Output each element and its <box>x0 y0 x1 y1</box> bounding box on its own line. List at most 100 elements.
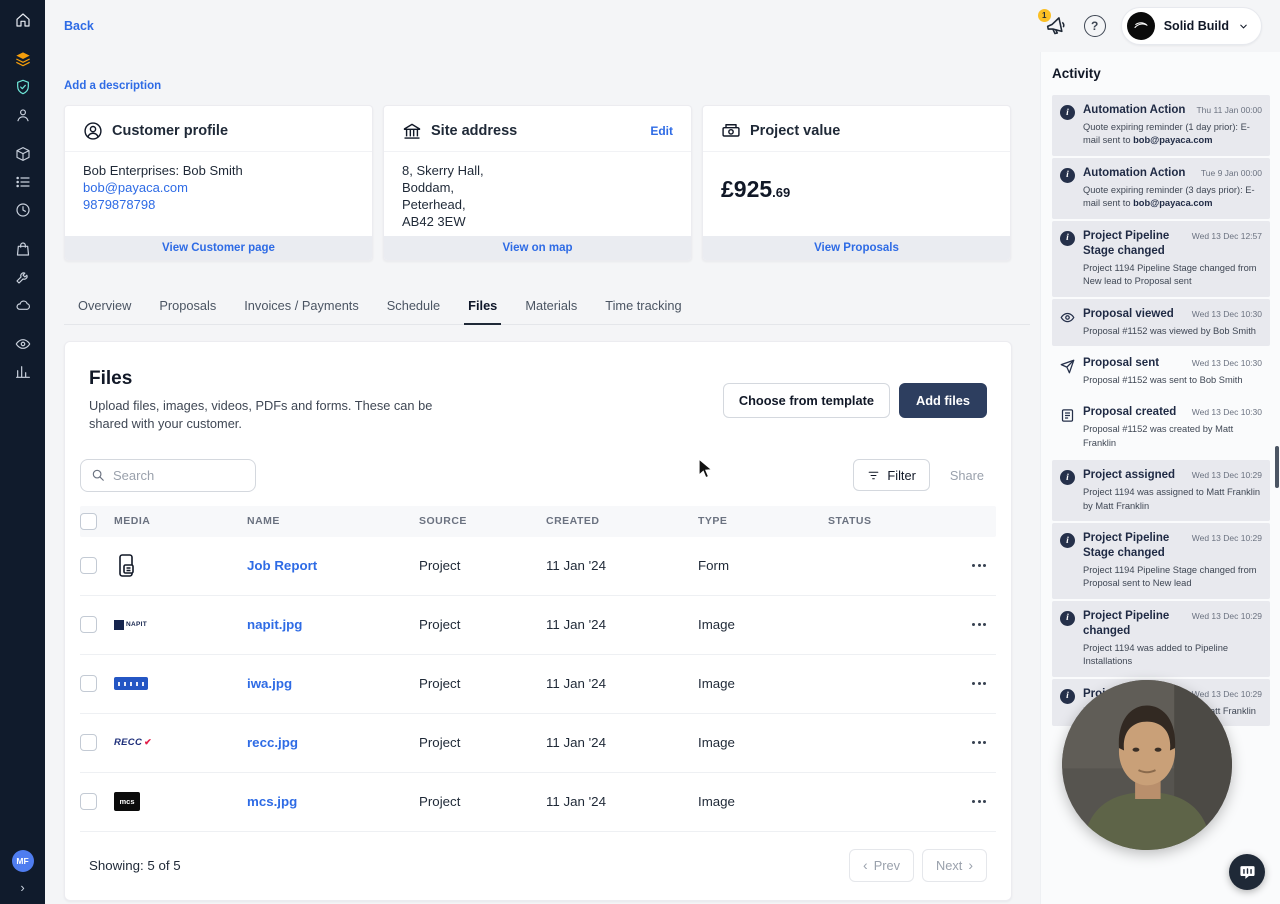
tab-overview[interactable]: Overview <box>64 288 145 324</box>
view-customer-page-link[interactable]: View Customer page <box>162 242 275 254</box>
file-source: Project <box>419 676 461 692</box>
activity-item-title: Proposal sent <box>1083 356 1160 369</box>
back-link[interactable]: Back <box>64 19 94 33</box>
activity-item[interactable]: i Project assigned Wed 13 Dec 10:29 Proje… <box>1052 460 1270 522</box>
form-document-icon <box>114 553 247 579</box>
prev-page-button[interactable]: ‹ Prev <box>849 848 915 882</box>
file-name-link[interactable]: napit.jpg <box>247 617 302 632</box>
activity-item[interactable]: i Project Pipeline Stage changed Wed 13 D… <box>1052 523 1270 599</box>
deals-icon[interactable] <box>0 45 45 73</box>
tab-proposals[interactable]: Proposals <box>145 288 230 324</box>
column-header-source: SOURCE <box>419 515 467 528</box>
file-name-link[interactable]: mcs.jpg <box>247 794 297 809</box>
activity-item[interactable]: i Project Pipeline Stage changed Wed 13 D… <box>1052 220 1270 297</box>
tab-invoices-payments[interactable]: Invoices / Payments <box>230 288 373 324</box>
reports-chart-icon[interactable] <box>0 358 45 386</box>
user-avatar[interactable]: MF <box>11 850 34 872</box>
address-line: AB42 3EW <box>402 214 466 230</box>
choose-from-template-button[interactable]: Choose from template <box>722 382 890 418</box>
row-actions-button[interactable] <box>928 676 996 691</box>
files-table: MEDIA NAME SOURCE CREATED TYPE STATUS Jo… <box>65 505 1011 832</box>
napit-logo-thumbnail: NAPIT <box>114 619 247 630</box>
customer-email-link[interactable]: bob@payaca.com <box>83 179 188 196</box>
activity-item-time: Tue 9 Jan 00:00 <box>1200 167 1262 178</box>
row-actions-button[interactable] <box>928 735 996 750</box>
visibility-eye-icon[interactable] <box>0 330 45 358</box>
activity-item[interactable]: Proposal viewed Wed 13 Dec 10:30 Proposal… <box>1052 298 1270 346</box>
row-checkbox[interactable] <box>80 793 97 811</box>
summary-cards: Customer profile Bob Enterprises: Bob Sm… <box>64 105 1012 261</box>
announcements-button[interactable]: 1 <box>1037 9 1069 39</box>
file-name-link[interactable]: iwa.jpg <box>247 676 292 691</box>
row-checkbox[interactable] <box>80 557 97 575</box>
filter-button[interactable]: Filter <box>853 459 930 492</box>
share-button[interactable]: Share <box>938 459 996 491</box>
compliance-shield-icon[interactable] <box>0 73 45 101</box>
file-name-link[interactable]: Job Report <box>247 558 317 573</box>
view-on-map-link[interactable]: View on map <box>502 242 572 254</box>
tools-wrench-icon[interactable] <box>0 263 45 291</box>
activity-item[interactable]: i Project Pipeline changed Wed 13 Dec 10:… <box>1052 600 1270 677</box>
file-type: Image <box>698 735 735 751</box>
card-footer: View Proposals <box>703 236 1010 260</box>
tasks-list-icon[interactable] <box>0 168 45 196</box>
row-checkbox[interactable] <box>80 734 97 752</box>
project-tabs: Overview Proposals Invoices / Payments S… <box>64 288 1030 325</box>
expand-sidebar-chevron-icon[interactable]: › <box>20 881 24 894</box>
activity-item-description: Project 1194 was added to Pipeline Insta… <box>1083 642 1229 667</box>
activity-item[interactable]: Proposal sent Wed 13 Dec 10:30 Proposal #… <box>1052 348 1270 395</box>
cloud-icon[interactable] <box>0 291 45 319</box>
file-created: 11 Jan '24 <box>546 794 606 810</box>
person-circle-icon <box>84 122 102 140</box>
chat-launcher-button[interactable] <box>1229 854 1265 890</box>
chevron-left-icon: ‹ <box>863 857 868 874</box>
file-name-link[interactable]: recc.jpg <box>247 735 298 750</box>
activity-item-description: Project 1194 Pipeline Stage changed from… <box>1083 565 1257 589</box>
megaphone-icon <box>1046 17 1065 35</box>
tab-time-tracking[interactable]: Time tracking <box>591 288 695 324</box>
tab-files[interactable]: Files <box>454 288 511 325</box>
help-button[interactable]: ? <box>1083 15 1106 37</box>
search-input[interactable] <box>113 467 245 483</box>
activity-item-time: Wed 13 Dec 10:30 <box>1191 308 1262 319</box>
select-all-checkbox[interactable] <box>80 512 97 530</box>
file-source: Project <box>419 735 461 751</box>
customer-contact: Bob Enterprises: Bob Smith <box>83 163 243 178</box>
page-scrollbar-thumb[interactable] <box>1275 446 1279 488</box>
row-actions-button[interactable] <box>928 794 996 809</box>
row-actions-button[interactable] <box>928 617 996 632</box>
row-actions-button[interactable] <box>928 558 996 573</box>
activity-item-title: Project Pipeline Stage changed <box>1083 532 1170 560</box>
suppliers-bag-icon[interactable] <box>0 235 45 263</box>
view-proposals-link[interactable]: View Proposals <box>814 242 899 254</box>
activity-item[interactable]: i Automation Action Tue 9 Jan 00:00 Quote… <box>1052 157 1270 219</box>
customer-phone-link[interactable]: 9879878798 <box>83 196 155 213</box>
activity-item[interactable]: i Automation Action Thu 11 Jan 00:00 Quot… <box>1052 95 1270 156</box>
activity-item-time: Wed 13 Dec 12:57 <box>1191 230 1262 241</box>
inventory-box-icon[interactable] <box>0 140 45 168</box>
next-page-button[interactable]: Next › <box>922 848 987 882</box>
home-icon[interactable] <box>0 6 45 34</box>
customers-icon[interactable] <box>0 101 45 129</box>
column-header-name: NAME <box>247 515 280 528</box>
tab-materials[interactable]: Materials <box>511 288 591 324</box>
tab-schedule[interactable]: Schedule <box>373 288 454 324</box>
site-address-card: Site address Edit 8, Skerry Hall, Boddam… <box>383 105 692 261</box>
row-checkbox[interactable] <box>80 616 97 634</box>
add-description-link[interactable]: Add a description <box>64 80 161 92</box>
organisation-switcher[interactable]: Solid Build <box>1120 7 1262 45</box>
file-created: 11 Jan '24 <box>546 617 606 633</box>
history-clock-icon[interactable] <box>0 196 45 224</box>
activity-item-time: Wed 13 Dec 10:29 <box>1191 610 1262 621</box>
edit-site-address-link[interactable]: Edit <box>650 124 673 138</box>
row-checkbox[interactable] <box>80 675 97 693</box>
table-row: RECC ✔ recc.jpg Project 11 Jan '24 Image <box>80 714 996 773</box>
webcam-video-bubble[interactable] <box>1062 680 1232 850</box>
activity-item-title: Project Pipeline Stage changed <box>1083 229 1170 257</box>
address-line: 8, Skerry Hall, <box>402 163 484 178</box>
add-files-button[interactable]: Add files <box>898 382 987 418</box>
activity-item-description: Quote expiring reminder (3 days prior): … <box>1083 184 1255 209</box>
file-source: Project <box>419 617 461 633</box>
recc-logo-thumbnail: RECC ✔ <box>114 737 152 749</box>
activity-item[interactable]: Proposal created Wed 13 Dec 10:30 Proposa… <box>1052 397 1270 458</box>
